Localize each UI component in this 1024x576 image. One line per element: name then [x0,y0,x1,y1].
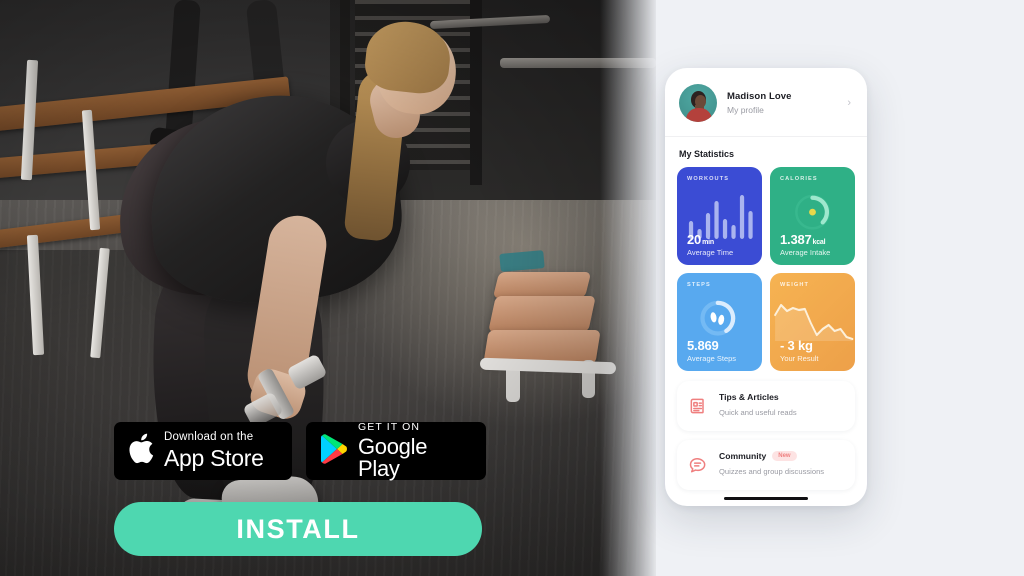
chevron-right-icon[interactable]: › [847,97,853,109]
app-preview-card: Madison Love My profile › My Statistics … [665,68,867,506]
google-play-small-label: GET IT ON [358,421,421,434]
menu-list: Tips & Articles Quick and useful reads C… [665,371,867,490]
stat-card-calories[interactable]: CALORIES 1.387kcal Average Intake [770,167,855,265]
app-store-big-label: App Store [164,444,264,471]
app-store-small-label: Download on the [164,431,254,444]
google-play-big-label: Google Play [358,433,428,481]
profile-name: Madison Love [727,91,792,102]
list-item-tips-articles[interactable]: Tips & Articles Quick and useful reads [677,381,855,431]
stat-card-workouts[interactable]: WORKOUTS 20min Average Time [677,167,762,265]
profile-subtitle: My profile [727,105,764,115]
stat-card-weight[interactable]: WEIGHT - 3 kg Your Result [770,273,855,371]
stat-card-calories-unit: kcal [812,239,826,246]
home-indicator [724,496,808,500]
store-badges: Download on the App Store GET IT ON Goog… [114,422,486,480]
list-item-community-subtitle: Quizzes and group discussions [719,467,825,476]
stat-card-steps-caption: Average Steps [687,354,737,363]
stat-card-weight-label: WEIGHT [780,282,809,288]
stat-card-weight-value: - 3 kg [780,338,813,353]
stat-card-steps-value: 5.869 [687,338,719,353]
chat-icon [685,452,711,478]
avatar [679,84,717,122]
stat-card-steps[interactable]: STEPS 5.869 Average Steps [677,273,762,371]
stat-card-workouts-unit: min [702,239,714,246]
google-play-icon [320,433,348,469]
status-badge-new: New [772,451,797,461]
stat-card-weight-caption: Your Result [780,354,819,363]
stat-card-calories-caption: Average Intake [780,248,831,257]
statistics-cards: WORKOUTS 20min Average Time CALORIES 1.3… [665,167,867,371]
cta-group: Download on the App Store GET IT ON Goog… [114,422,486,556]
stat-card-workouts-caption: Average Time [687,248,734,257]
google-play-badge[interactable]: GET IT ON Google Play [306,422,486,480]
stat-card-calories-label: CALORIES [780,176,818,182]
list-item-community-title: Community [719,451,767,461]
install-button[interactable]: INSTALL [114,502,482,556]
list-item-community[interactable]: Community New Quizzes and group discussi… [677,440,855,490]
stat-card-workouts-value: 20 [687,232,702,247]
article-icon [685,393,711,419]
promo-screenshot: Download on the App Store GET IT ON Goog… [0,0,1024,576]
list-item-tips-title: Tips & Articles [719,392,779,402]
stat-card-steps-label: STEPS [687,282,711,288]
list-item-tips-subtitle: Quick and useful reads [719,408,797,417]
statistics-heading: My Statistics [679,149,735,159]
profile-row[interactable]: Madison Love My profile › [665,68,867,137]
app-store-badge[interactable]: Download on the App Store [114,422,292,480]
apple-icon [128,433,154,470]
stat-card-workouts-label: WORKOUTS [687,176,730,182]
stat-card-calories-value: 1.387 [780,232,812,247]
